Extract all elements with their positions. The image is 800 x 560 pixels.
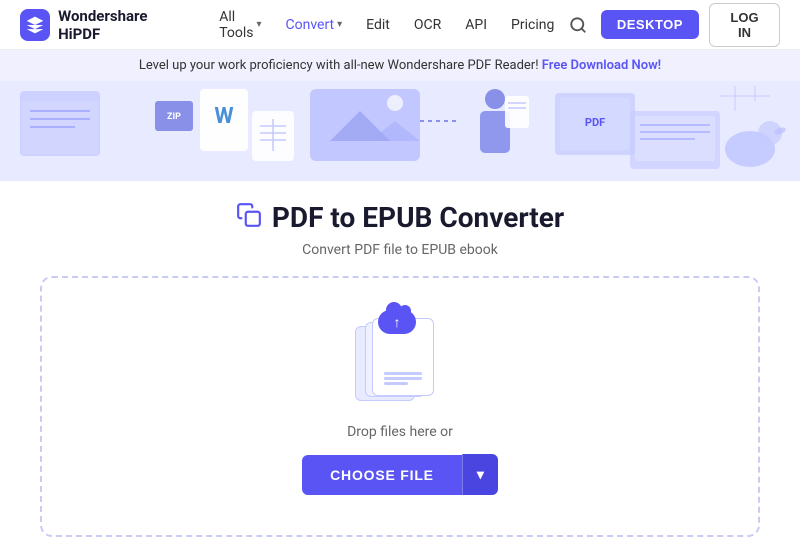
hero-image: ZIP W PDF xyxy=(0,81,800,181)
search-icon[interactable] xyxy=(564,9,590,41)
banner-text: Level up your work proficiency with all-… xyxy=(139,58,539,73)
nav-right: DESKTOP LOG IN xyxy=(564,3,780,47)
nav-item-edit[interactable]: Edit xyxy=(356,11,400,39)
page-subtitle: Convert PDF file to EPUB ebook xyxy=(40,242,760,258)
page-title-area: PDF to EPUB Converter xyxy=(40,201,760,234)
choose-file-row: CHOOSE FILE ▾ xyxy=(302,454,498,495)
banner-link[interactable]: Free Download Now! xyxy=(542,58,661,73)
logo-icon xyxy=(20,9,50,41)
choose-file-button[interactable]: CHOOSE FILE xyxy=(302,455,462,495)
nav-item-pricing[interactable]: Pricing xyxy=(501,11,564,39)
navbar: Wondershare HiPDF All Tools ▾ Convert ▾ … xyxy=(0,0,800,50)
doc-lines xyxy=(384,370,422,387)
copy-icon xyxy=(236,202,262,234)
dropzone[interactable]: ↑ Drop files here or CHOOSE FILE ▾ xyxy=(40,276,760,537)
chevron-down-icon: ▾ xyxy=(477,466,484,482)
main-content: PDF to EPUB Converter Convert PDF file t… xyxy=(0,181,800,557)
svg-text:PDF: PDF xyxy=(585,116,605,129)
hero-illustration: ZIP W PDF xyxy=(0,81,800,181)
choose-file-dropdown-button[interactable]: ▾ xyxy=(462,454,498,495)
nav-item-convert[interactable]: Convert ▾ xyxy=(276,11,353,39)
upload-cloud-icon: ↑ xyxy=(378,310,420,342)
logo-text: Wondershare HiPDF xyxy=(58,7,185,43)
nav-links: All Tools ▾ Convert ▾ Edit OCR API Prici… xyxy=(209,3,564,47)
logo-area[interactable]: Wondershare HiPDF xyxy=(20,7,185,43)
svg-text:W: W xyxy=(214,104,233,129)
chevron-down-icon: ▾ xyxy=(256,19,261,30)
svg-text:ZIP: ZIP xyxy=(167,112,181,122)
nav-item-alltools[interactable]: All Tools ▾ xyxy=(209,3,271,47)
login-button[interactable]: LOG IN xyxy=(709,3,780,47)
promo-banner: Level up your work proficiency with all-… xyxy=(0,50,800,81)
page-title: PDF to EPUB Converter xyxy=(272,201,564,234)
desktop-button[interactable]: DESKTOP xyxy=(601,10,699,39)
nav-item-ocr[interactable]: OCR xyxy=(404,11,451,39)
chevron-down-icon: ▾ xyxy=(337,19,342,30)
drop-text: Drop files here or xyxy=(347,424,453,440)
upload-illustration: ↑ xyxy=(350,318,450,408)
nav-item-api[interactable]: API xyxy=(455,11,497,39)
